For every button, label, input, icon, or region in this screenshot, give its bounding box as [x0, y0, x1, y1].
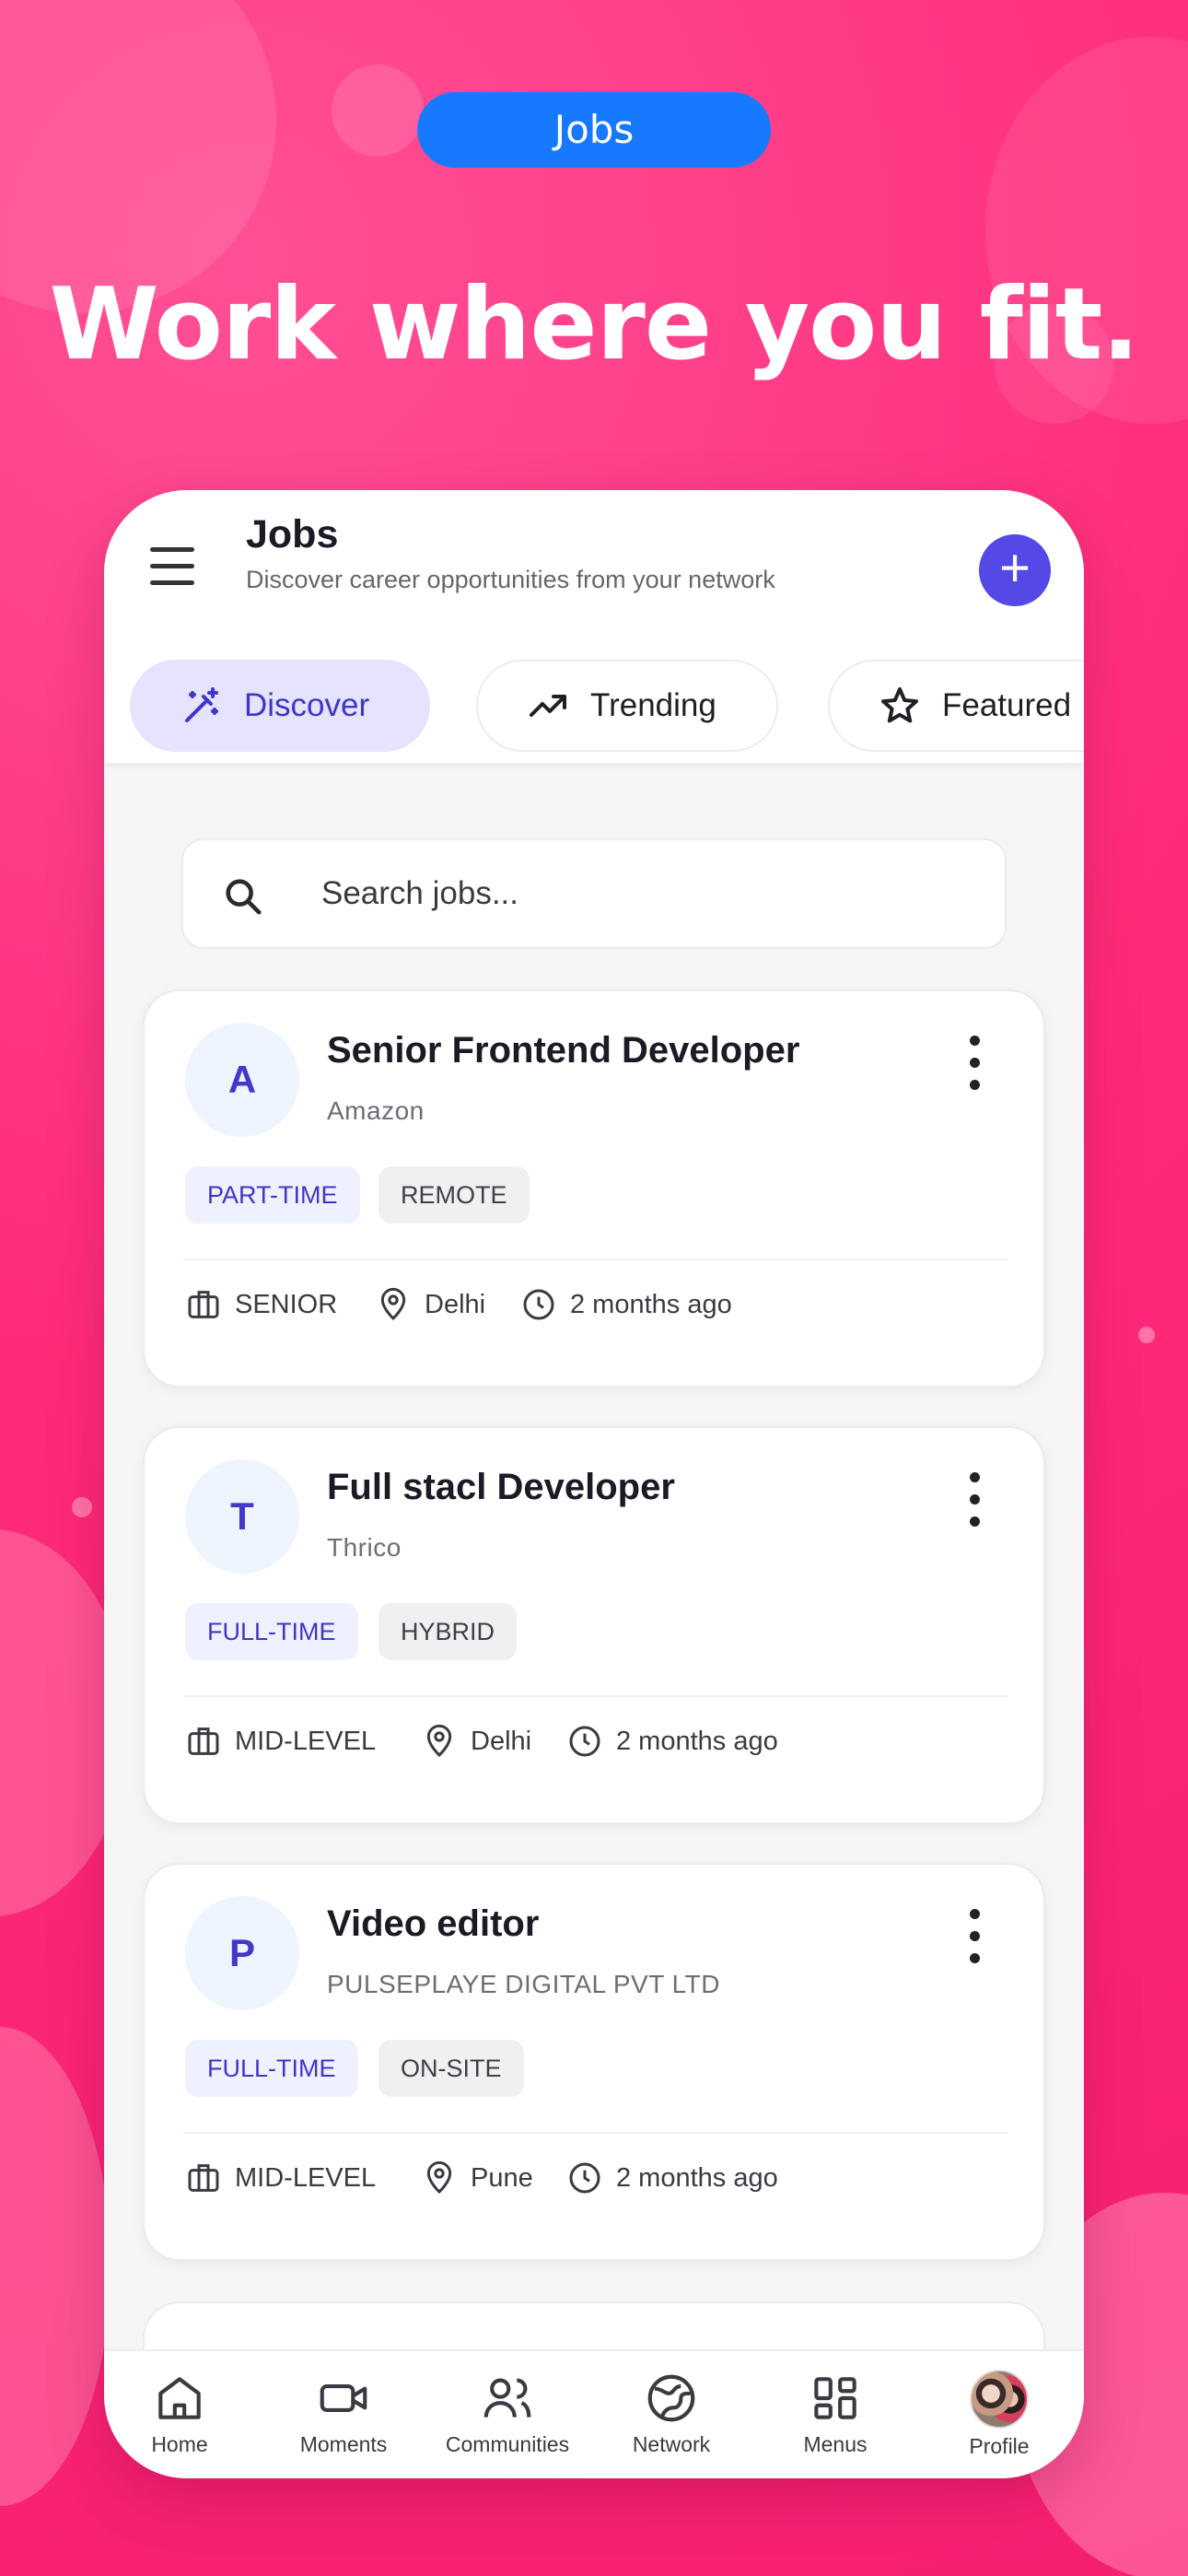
promo-headline: Work where you fit.	[49, 267, 1140, 382]
briefcase-icon	[188, 1727, 219, 1755]
company-avatar: A	[185, 1023, 299, 1137]
location-pin-icon	[380, 1287, 406, 1321]
nav-network[interactable]: Network	[598, 2370, 745, 2457]
posted-text: 2 months ago	[570, 1289, 732, 1319]
briefcase-icon	[188, 2164, 219, 2192]
posted-time: 2 months ago	[566, 1723, 778, 1760]
divider	[183, 1695, 1008, 1697]
level-text: MID-LEVEL	[235, 1726, 377, 1756]
tab-label: Trending	[590, 687, 716, 723]
search-icon	[226, 879, 262, 915]
bg-dot	[72, 1497, 92, 1517]
experience-level: SENIOR	[185, 1286, 337, 1323]
job-title: Senior Frontend Developer	[327, 1030, 800, 1071]
nav-label: Network	[632, 2432, 711, 2456]
posted-time: 2 months ago	[566, 2160, 778, 2196]
experience-level: MID-LEVEL	[185, 1723, 376, 1760]
briefcase-icon	[188, 1291, 219, 1318]
company-name: PULSEPLAYE DIGITAL PVT LTD	[327, 1970, 720, 1998]
globe-icon	[647, 2374, 695, 2422]
bg-blob	[0, 2027, 111, 2506]
job-card[interactable]: A Senior Frontend Developer Amazon PART-…	[143, 989, 1045, 1388]
job-title: Video editor	[327, 1903, 540, 1944]
search-placeholder: Search jobs...	[321, 875, 518, 911]
more-options-icon[interactable]	[962, 1036, 988, 1091]
work-mode-tag: ON-SITE	[379, 2040, 524, 2097]
nav-menus[interactable]: Menus	[762, 2370, 909, 2457]
nav-label: Moments	[299, 2432, 388, 2456]
clock-icon	[569, 2162, 600, 2194]
work-mode-tag: REMOTE	[379, 1166, 530, 1224]
search-input[interactable]: Search jobs...	[181, 838, 1007, 949]
more-options-icon[interactable]	[962, 1472, 988, 1528]
level-text: MID-LEVEL	[235, 2162, 377, 2193]
app-bar: Jobs Discover career opportunities from …	[104, 490, 1084, 763]
jobs-pill: Jobs	[417, 92, 771, 168]
posted-time: 2 months ago	[520, 1286, 732, 1323]
page-subtitle: Discover career opportunities from your …	[246, 566, 775, 593]
posted-text: 2 months ago	[616, 2162, 778, 2193]
employment-type-tag: FULL-TIME	[185, 2040, 358, 2097]
hamburger-line	[150, 547, 194, 552]
location-pin-icon	[426, 1724, 452, 1758]
nav-label: Communities	[445, 2432, 570, 2456]
bottom-navigation: Home Moments Communities Network Menus P…	[104, 2349, 1084, 2478]
company-avatar: P	[185, 1896, 299, 2010]
nav-moments[interactable]: Moments	[270, 2370, 417, 2457]
more-options-icon[interactable]	[962, 1909, 988, 1964]
bg-blob	[332, 64, 424, 157]
tab-label: Discover	[244, 687, 370, 723]
job-location: Delhi	[421, 1723, 531, 1760]
nav-label: Menus	[803, 2432, 868, 2456]
location-pin-icon	[426, 2160, 452, 2195]
clock-icon	[523, 1289, 554, 1320]
tab-featured[interactable]: Featured	[828, 660, 1084, 752]
tab-discover[interactable]: Discover	[130, 660, 430, 752]
hamburger-line	[150, 564, 194, 568]
home-icon	[158, 2377, 201, 2419]
trending-up-icon	[530, 695, 566, 717]
add-job-button[interactable]: +	[979, 534, 1051, 606]
star-icon	[881, 687, 918, 723]
job-location: Pune	[421, 2160, 533, 2196]
location-text: Delhi	[425, 1289, 486, 1319]
job-title: Full stacl Developer	[327, 1467, 675, 1507]
bg-blob	[0, 0, 276, 313]
employment-type-tag: PART-TIME	[185, 1166, 360, 1224]
job-card[interactable]: T Full stacl Developer Thrico FULL-TIME …	[143, 1426, 1045, 1824]
nav-profile[interactable]: Profile	[926, 2370, 1073, 2459]
users-icon	[483, 2378, 531, 2418]
grid-icon	[814, 2377, 856, 2419]
company-name: Thrico	[327, 1533, 402, 1562]
work-mode-tag: HYBRID	[379, 1603, 518, 1660]
job-location: Delhi	[375, 1286, 485, 1323]
divider	[183, 2132, 1008, 2134]
location-text: Delhi	[471, 1726, 532, 1756]
video-camera-icon	[320, 2384, 367, 2412]
nav-communities[interactable]: Communities	[434, 2370, 581, 2457]
menu-button[interactable]	[150, 544, 196, 590]
phone-frame: Jobs Discover career opportunities from …	[104, 490, 1084, 2478]
level-text: SENIOR	[235, 1289, 338, 1319]
magic-wand-icon	[185, 687, 218, 722]
company-name: Amazon	[327, 1096, 425, 1125]
page-title: Jobs	[246, 512, 339, 556]
nav-home[interactable]: Home	[106, 2370, 253, 2457]
company-avatar: T	[185, 1459, 299, 1574]
location-text: Pune	[471, 2162, 533, 2193]
employment-type-tag: FULL-TIME	[185, 1603, 358, 1660]
tab-label: Featured	[942, 687, 1072, 723]
bg-dot	[1138, 1327, 1155, 1343]
avatar	[970, 2370, 1029, 2429]
experience-level: MID-LEVEL	[185, 2160, 376, 2196]
divider	[183, 1259, 1008, 1260]
posted-text: 2 months ago	[616, 1726, 778, 1756]
job-card[interactable]: P Video editor PULSEPLAYE DIGITAL PVT LT…	[143, 1863, 1045, 2261]
nav-label: Home	[151, 2432, 208, 2456]
hamburger-line	[150, 580, 194, 585]
tab-trending[interactable]: Trending	[476, 660, 778, 752]
nav-label: Profile	[969, 2434, 1030, 2458]
clock-icon	[569, 1726, 600, 1757]
